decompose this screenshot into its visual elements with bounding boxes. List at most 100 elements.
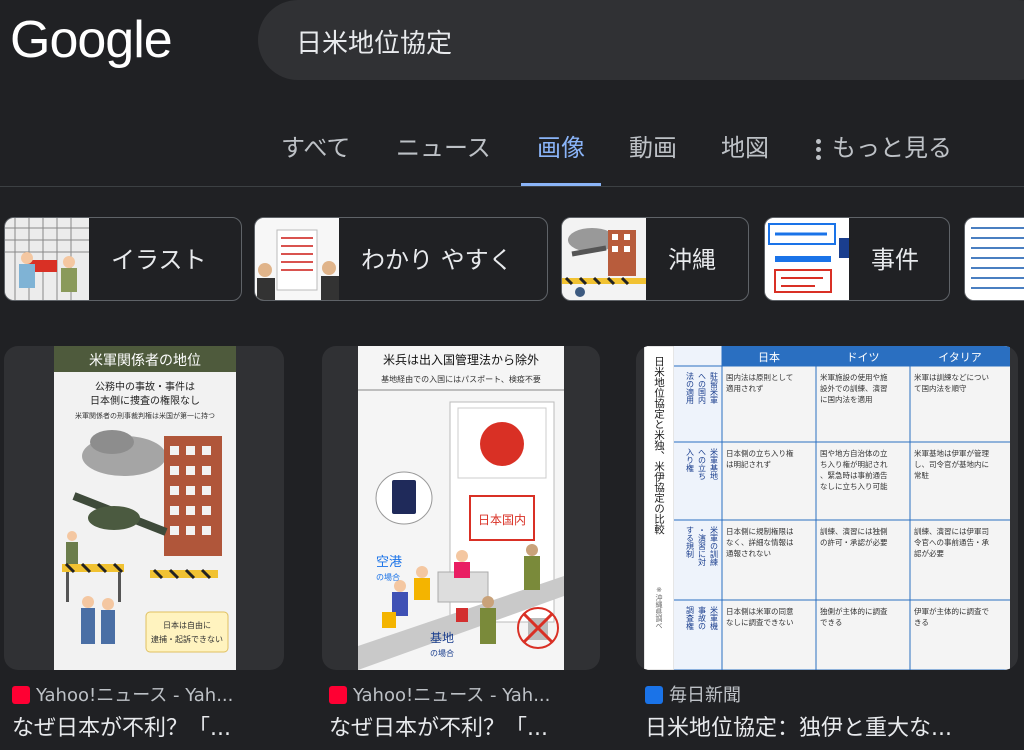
table-cell: 米軍基地は伊軍が管理: [914, 448, 989, 458]
table-cell: 米軍施設の使用や施: [820, 372, 888, 382]
result-3-image: 日米地位協定と米独、米伊協定の比較 ※沖縄県調べ 日本 ドイツ イタリア 駐留米…: [644, 346, 1010, 670]
result-1-image-sub2: 日本側に捜査の権限なし: [90, 394, 200, 407]
chip-illust[interactable]: イラスト: [4, 217, 242, 301]
table-cell: なしに調査できない: [726, 617, 794, 627]
table-cell: 米軍は訓練などについ: [914, 372, 989, 382]
tab-more-label: もっと見る: [832, 134, 952, 162]
result-2-image: 米兵は出入国管理法から除外 基地経由での入国にはパスポート、検疫不要 日本国内 …: [358, 346, 564, 670]
table-cell: 通報されない: [726, 548, 771, 558]
table-header-japan: 日本: [758, 350, 780, 364]
chip-illust-thumb: [5, 218, 89, 300]
table-cell: 認が必要: [914, 548, 944, 558]
table-cell: 国や地方自治体の立: [820, 448, 888, 458]
result-3-source-label: 毎日新聞: [669, 685, 741, 706]
more-vert-icon: [816, 136, 822, 163]
result-2-source-label: Yahoo!ニュース - Yah...: [353, 685, 551, 706]
chip-incident[interactable]: 事件: [764, 217, 950, 301]
chip-easy[interactable]: わかり やすく: [254, 217, 548, 301]
table-row-head: 入り権: [686, 448, 695, 473]
table-cell: 独側が主体的に調査: [820, 606, 888, 616]
table-row-head: ・演習に対: [698, 526, 707, 566]
result-3-image-note: ※沖縄県調べ: [655, 586, 663, 629]
result-1-image-sub1: 公務中の事故・事件は: [95, 380, 195, 393]
table-cell: 日本側に規制権限は: [726, 526, 794, 536]
result-1-source-label: Yahoo!ニュース - Yah...: [36, 685, 234, 706]
chip-label: 事件: [871, 246, 919, 274]
result-3-source[interactable]: 毎日新聞: [645, 684, 741, 708]
result-2-image-gate: 日本国内: [478, 513, 526, 527]
result-2-image-base1: 基地: [430, 631, 454, 645]
table-cell: 日本側は米軍の同意: [726, 606, 794, 616]
table-cell: 訓練、演習には独側: [820, 526, 888, 536]
image-result-2[interactable]: 米兵は出入国管理法から除外 基地経由での入国にはパスポート、検疫不要 日本国内 …: [322, 346, 600, 670]
tab-images[interactable]: 画像: [521, 126, 601, 186]
chip-incident-thumb: [765, 218, 849, 300]
result-1-image-note1: 日本は自由に: [163, 620, 211, 630]
result-1-title[interactable]: なぜ日本が不利？「...: [12, 712, 231, 746]
table-header-germany: ドイツ: [847, 351, 880, 364]
table-cell: 国内法は原則として: [726, 372, 793, 382]
table-row-head: 米軍機: [710, 605, 719, 631]
tab-news[interactable]: ニュース: [396, 126, 491, 186]
table-cell: し、司令官が基地内に: [914, 459, 989, 469]
image-result-3[interactable]: 日米地位協定と米独、米伊協定の比較 ※沖縄県調べ 日本 ドイツ イタリア 駐留米…: [636, 346, 1018, 670]
table-row-head: への立ち: [698, 448, 707, 480]
search-tabs: すべて ニュース 画像 動画 地図 もっと見る: [0, 126, 1024, 186]
yahoo-favicon-icon: [329, 686, 347, 704]
image-result-1[interactable]: 米軍関係者の地位 公務中の事故・事件は 日本側に捜査の権限なし 米軍関係者の刑事…: [4, 346, 284, 670]
result-2-image-title: 米兵は出入国管理法から除外: [383, 352, 539, 367]
tabs-divider: [0, 186, 1024, 187]
table-header-italy: イタリア: [938, 351, 982, 364]
chip-easy-thumb: [255, 218, 339, 300]
table-row-head: 事故の: [698, 605, 707, 630]
tab-all[interactable]: すべて: [281, 126, 350, 186]
result-3-image-heading: 日米地位協定と米独、米伊協定の比較: [653, 356, 665, 535]
table-cell: て国内法を順守: [914, 383, 967, 393]
table-row-head: 米軍基地: [710, 447, 719, 480]
google-logo[interactable]: Google: [10, 14, 173, 66]
table-cell: ち入り権が明記され: [820, 459, 888, 469]
table-cell: 、緊急時は事前通告: [820, 470, 888, 480]
table-cell: 設外での訓練、演習: [820, 383, 888, 393]
table-cell: 常駐: [914, 470, 929, 480]
table-row-head: 駐留米軍: [710, 371, 719, 404]
chip-label: イラスト: [111, 246, 207, 274]
table-cell: 訓練、演習には伊軍司: [914, 526, 989, 536]
result-2-source[interactable]: Yahoo!ニュース - Yah...: [329, 684, 550, 708]
table-cell: なく、詳細な情報は: [726, 537, 794, 547]
table-cell: できる: [820, 618, 842, 627]
result-1-image-title: 米軍関係者の地位: [89, 353, 201, 369]
table-row-head: 米軍の訓練: [710, 525, 719, 567]
result-1-image-sub3: 米軍関係者の刑事裁判権は米国が第一に持つ: [75, 411, 215, 420]
table-cell: 適用されず: [726, 383, 764, 393]
result-3-title[interactable]: 日米地位協定：独伊と重大な...: [645, 712, 952, 746]
table-row-head: 調査権: [686, 605, 695, 631]
table-cell: 令官への事前通告・承: [914, 537, 989, 547]
result-1-image: 米軍関係者の地位 公務中の事故・事件は 日本側に捜査の権限なし 米軍関係者の刑事…: [54, 346, 236, 670]
chip-okinawa-thumb: [562, 218, 646, 300]
table-cell: は明記されず: [726, 459, 771, 469]
chip-label: わかり やすく: [361, 246, 513, 274]
table-cell: 日本側の立ち入り権: [726, 448, 794, 458]
table-cell: 伊軍が主体的に調査で: [914, 606, 989, 616]
search-input[interactable]: [294, 20, 998, 62]
result-1-image-note2: 逮捕・起訴できない: [151, 634, 223, 644]
result-1-source[interactable]: Yahoo!ニュース - Yah...: [12, 684, 233, 708]
table-row-head: する規制: [686, 526, 695, 559]
chip-okinawa[interactable]: 沖縄: [561, 217, 749, 301]
table-row-head: への国内: [698, 372, 707, 405]
result-2-title[interactable]: なぜ日本が不利？「...: [329, 712, 548, 746]
tab-videos[interactable]: 動画: [629, 126, 677, 186]
mainichi-favicon-icon: [645, 686, 663, 704]
result-2-image-base2: の場合: [430, 648, 454, 658]
table-row-head: 法の適用: [686, 371, 695, 405]
chip-partial-thumb: [965, 218, 1024, 300]
search-box[interactable]: [258, 0, 1024, 80]
tab-more[interactable]: もっと見る: [816, 126, 952, 186]
tab-maps[interactable]: 地図: [721, 126, 769, 186]
table-cell: の許可・承認が必要: [820, 537, 888, 547]
table-cell: なしに立ち入り可能: [820, 481, 888, 491]
result-2-image-sub: 基地経由での入国にはパスポート、検疫不要: [381, 374, 541, 384]
yahoo-favicon-icon: [12, 686, 30, 704]
chip-partial[interactable]: [964, 217, 1024, 301]
